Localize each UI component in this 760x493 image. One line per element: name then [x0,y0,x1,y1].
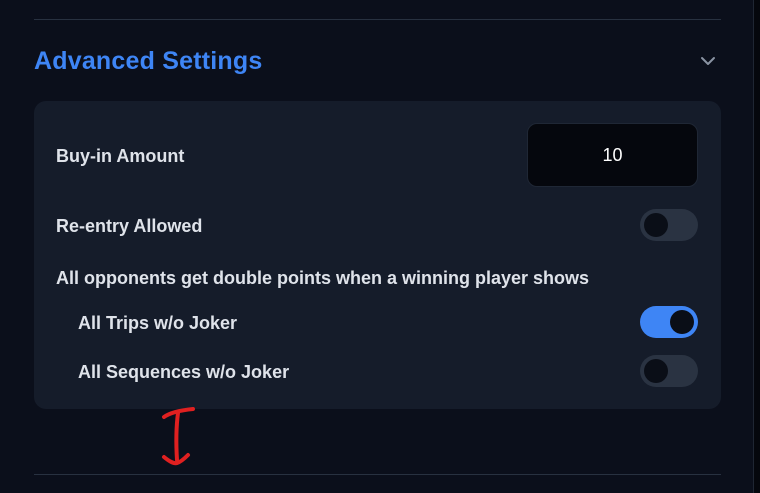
toggle-knob [670,310,694,334]
bottom-divider [34,474,721,475]
re-entry-toggle[interactable] [640,209,698,241]
toggle-knob [644,359,668,383]
double-points-description: All opponents get double points when a w… [56,268,590,288]
all-sequences-label: All Sequences w/o Joker [78,362,290,382]
top-divider [34,19,721,20]
all-sequences-toggle[interactable] [640,355,698,387]
advanced-settings-card: Buy-in Amount Re-entry Allowed All oppon… [34,101,721,409]
buy-in-amount-input[interactable] [527,123,698,187]
section-title: Advanced Settings [34,47,263,75]
scrollbar-track[interactable] [753,0,760,493]
re-entry-label: Re-entry Allowed [56,216,203,236]
settings-panel: Advanced Settings Buy-in Amount Re-entry… [0,0,753,493]
advanced-settings-header[interactable]: Advanced Settings [34,40,721,86]
all-trips-label: All Trips w/o Joker [78,313,238,333]
toggle-knob [644,213,668,237]
chevron-down-icon[interactable] [699,52,717,70]
buy-in-label: Buy-in Amount [56,146,185,166]
all-trips-toggle[interactable] [640,306,698,338]
red-cursor-annotation [162,407,195,466]
